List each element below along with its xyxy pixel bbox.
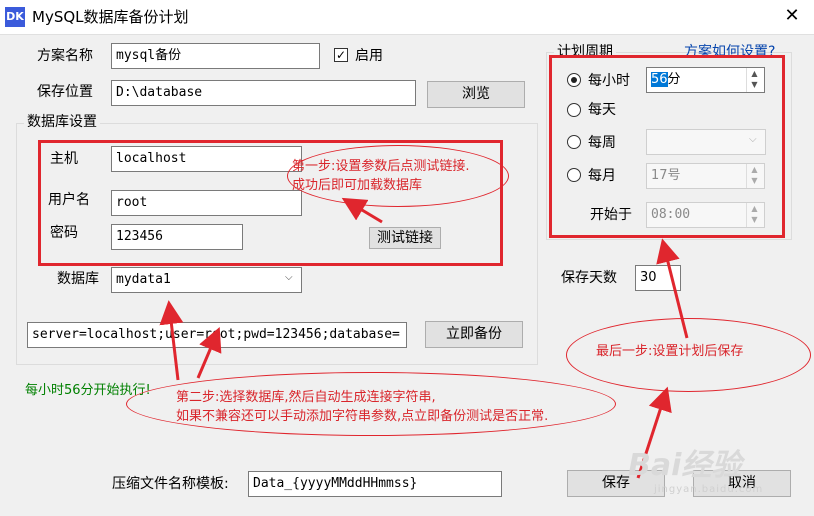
step2-arrow-right (196, 326, 222, 379)
step1-arrow (341, 197, 383, 224)
watermark-url: jingyan.baidu.com (654, 484, 764, 495)
step2-arrow-left (159, 300, 184, 381)
annotation-arrows (159, 197, 689, 479)
watermark-logo: Bai经验 (628, 448, 742, 483)
step3-arrow-up (656, 238, 689, 339)
